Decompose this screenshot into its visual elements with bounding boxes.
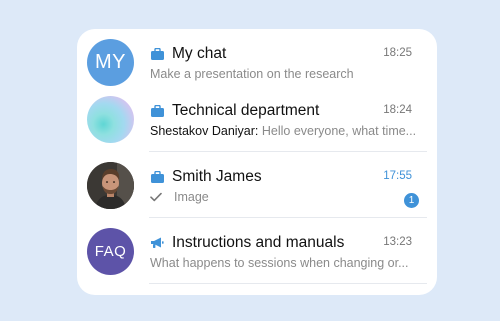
- chat-title-line: Technical department: [150, 101, 319, 121]
- avatar-photo: [87, 162, 134, 209]
- avatar: [87, 96, 134, 143]
- briefcase-icon: [150, 104, 164, 118]
- chat-item-technical-department[interactable]: Technical department 18:24 Shestakov Dan…: [77, 86, 437, 152]
- chat-preview: Shestakov Daniyar: Hello everyone, what …: [150, 124, 420, 138]
- briefcase-icon: [150, 47, 164, 61]
- message-text: Image: [174, 190, 209, 204]
- chat-preview: Image: [150, 190, 420, 205]
- avatar: MY: [87, 39, 134, 86]
- chat-title-line: Instructions and manuals: [150, 233, 344, 253]
- divider: [149, 283, 427, 284]
- chat-time: 18:24: [383, 104, 412, 116]
- chat-preview: What happens to sessions when changing o…: [150, 256, 409, 270]
- chat-time: 13:23: [383, 236, 412, 248]
- chat-item-instructions-and-manuals[interactable]: FAQ Instructions and manuals 13:23 What …: [77, 218, 437, 284]
- chat-name: Instructions and manuals: [172, 234, 345, 251]
- chat-preview: Make a presentation on the research: [150, 67, 354, 81]
- avatar-initials: MY: [95, 51, 126, 73]
- unread-badge: 1: [404, 193, 419, 208]
- avatar: [87, 162, 134, 209]
- check-icon: [150, 191, 162, 205]
- chat-title-line: My chat: [150, 44, 226, 64]
- chat-name: Technical department: [172, 102, 320, 119]
- chat-title-line: Smith James: [150, 167, 262, 187]
- chat-name: My chat: [172, 45, 227, 62]
- chat-item-smith-james[interactable]: Smith James 17:55 Image 1: [77, 152, 437, 218]
- avatar: FAQ: [87, 228, 134, 275]
- chat-list: MY My chat 18:25 Make a presentation on …: [77, 29, 437, 295]
- sender-name: Shestakov Daniyar:: [150, 124, 259, 138]
- megaphone-icon: [150, 236, 164, 250]
- chat-name: Smith James: [172, 168, 262, 185]
- chat-time: 18:25: [383, 47, 412, 59]
- briefcase-icon: [150, 170, 164, 184]
- message-text: Hello everyone, what time...: [258, 124, 417, 138]
- avatar-initials: FAQ: [94, 243, 127, 260]
- chat-time: 17:55: [383, 170, 412, 182]
